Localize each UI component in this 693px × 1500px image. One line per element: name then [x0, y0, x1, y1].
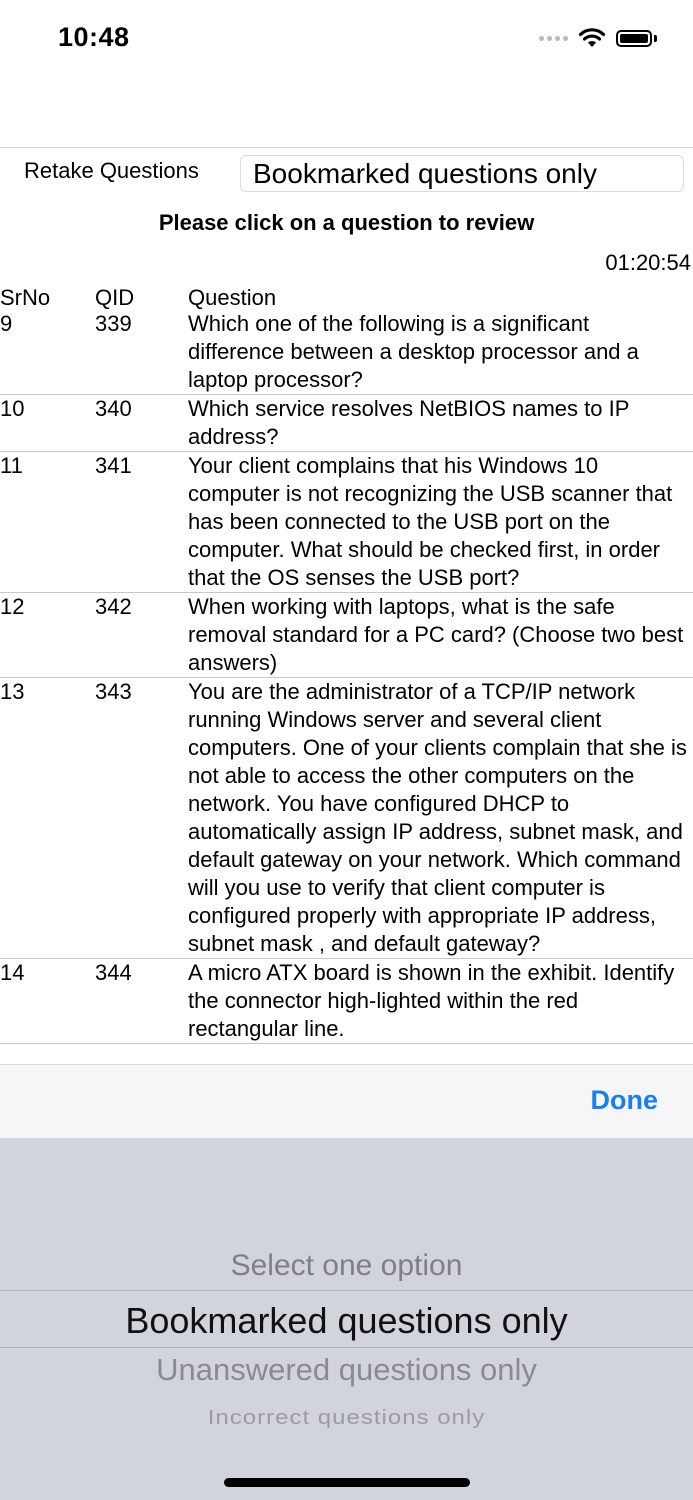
header-srno: SrNo	[0, 285, 51, 310]
picker-option-selected[interactable]: Bookmarked questions only	[0, 1300, 693, 1342]
row-qid: 344	[95, 960, 132, 985]
picker-selection-bottom-line	[0, 1347, 693, 1348]
question-list[interactable]: 9 339 Which one of the following is a si…	[0, 313, 693, 1064]
question-list-body: 9 339 Which one of the following is a si…	[0, 313, 693, 1044]
row-qid: 342	[95, 594, 132, 619]
home-indicator	[224, 1478, 470, 1487]
row-qid: 343	[95, 679, 132, 704]
exam-timer: 01:20:54	[605, 250, 691, 275]
retake-filter-field[interactable]: Bookmarked questions only	[240, 155, 684, 192]
row-qid: 341	[95, 453, 132, 478]
row-srno: 14	[0, 960, 25, 985]
done-button[interactable]: Done	[591, 1085, 659, 1116]
table-header: SrNo QID Question	[0, 285, 693, 313]
row-question: When working with laptops, what is the s…	[188, 594, 684, 675]
retake-label: Retake Questions	[24, 158, 199, 183]
table-row[interactable]: 13 343 You are the administrator of a TC…	[0, 678, 693, 959]
battery-icon	[616, 29, 652, 47]
status-bar: 10:48	[0, 0, 693, 80]
row-qid: 339	[95, 313, 132, 336]
row-qid: 340	[95, 396, 132, 421]
review-instruction: Please click on a question to review	[158, 210, 535, 235]
row-question: Which service resolves NetBIOS names to …	[188, 396, 629, 449]
status-icons	[539, 26, 657, 50]
cellular-signal-icon	[539, 35, 568, 41]
row-question: A micro ATX board is shown in the exhibi…	[188, 960, 675, 1041]
picker-selection-top-line	[0, 1290, 693, 1291]
row-question: Your client complains that his Windows 1…	[188, 453, 673, 590]
table-row[interactable]: 14 344 A micro ATX board is shown in the…	[0, 959, 693, 1044]
row-question: You are the administrator of a TCP/IP ne…	[188, 679, 687, 956]
header-qid: QID	[95, 285, 135, 310]
status-time: 10:48	[58, 22, 130, 52]
header-question: Question	[188, 285, 277, 310]
header-divider	[0, 147, 693, 148]
table-row[interactable]: 12 342 When working with laptops, what i…	[0, 593, 693, 678]
row-srno: 11	[0, 453, 23, 478]
picker-option[interactable]: Select one option	[0, 1249, 693, 1283]
row-srno: 12	[0, 594, 25, 619]
battery-cap	[654, 34, 657, 42]
table-row[interactable]: 11 341 Your client complains that his Wi…	[0, 452, 693, 593]
row-srno: 13	[0, 679, 25, 704]
row-srno: 10	[0, 396, 25, 421]
picker-option[interactable]: Incorrect questions only	[0, 1406, 693, 1430]
row-srno: 9	[0, 313, 13, 336]
picker-option[interactable]: Unanswered questions only	[0, 1352, 693, 1388]
table-row[interactable]: 10 340 Which service resolves NetBIOS na…	[0, 395, 693, 452]
table-row[interactable]: 9 339 Which one of the following is a si…	[0, 313, 693, 395]
picker-toolbar: Done	[0, 1064, 693, 1138]
row-question: Which one of the following is a signific…	[188, 313, 639, 392]
wifi-icon	[578, 28, 606, 47]
option-picker[interactable]: Select one option Bookmarked questions o…	[0, 1138, 693, 1500]
